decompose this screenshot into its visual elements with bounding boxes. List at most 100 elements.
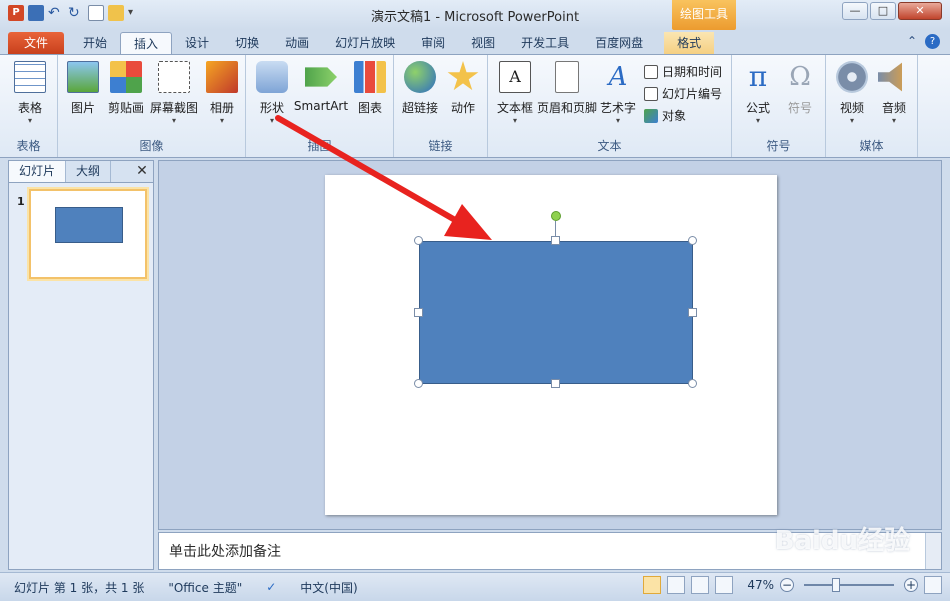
slide-number-button[interactable]: 幻灯片编号 bbox=[644, 85, 722, 102]
maximize-button[interactable]: □ bbox=[870, 2, 896, 20]
tab-design[interactable]: 设计 bbox=[172, 32, 222, 54]
clipart-button[interactable]: 剪贴画 bbox=[104, 61, 148, 116]
tab-slides[interactable]: 幻灯片 bbox=[9, 161, 67, 182]
slide-canvas[interactable] bbox=[325, 175, 777, 515]
window-title: 演示文稿1 - Microsoft PowerPoint bbox=[370, 10, 580, 25]
zoom-slider[interactable] bbox=[804, 578, 894, 592]
notes-placeholder: 单击此处添加备注 bbox=[169, 544, 281, 560]
screenshot-icon bbox=[158, 61, 190, 93]
tab-slideshow[interactable]: 幻灯片放映 bbox=[322, 32, 408, 54]
drawing-tools-context-label: 绘图工具 bbox=[672, 0, 736, 30]
slide-editor bbox=[158, 160, 942, 530]
reading-view-icon[interactable] bbox=[691, 576, 710, 594]
ribbon: 表格 ▾ 表格 图片 剪贴画 屏幕截图 ▾ 相册 ▾ 图像 形状 ▾ Smart… bbox=[0, 54, 950, 158]
zoom-in-icon[interactable]: + bbox=[904, 578, 918, 592]
omega-icon: Ω bbox=[789, 62, 811, 92]
fit-to-window-icon[interactable] bbox=[924, 576, 942, 594]
album-button[interactable]: 相册 ▾ bbox=[202, 61, 242, 126]
resize-handle-top[interactable] bbox=[551, 236, 560, 245]
close-panel-icon[interactable]: ✕ bbox=[131, 161, 153, 182]
symbol-button[interactable]: Ω 符号 bbox=[780, 61, 820, 116]
collapse-ribbon-icon[interactable]: ⌃ bbox=[907, 34, 917, 49]
album-icon bbox=[206, 61, 238, 93]
group-link: 超链接 动作 链接 bbox=[394, 55, 488, 157]
table-icon bbox=[14, 61, 46, 93]
group-symbol: π 公式 ▾ Ω 符号 符号 bbox=[732, 55, 826, 157]
slide-info: 幻灯片 第 1 张，共 1 张 bbox=[14, 580, 145, 595]
wordart-icon: A bbox=[608, 62, 628, 92]
resize-handle-top-right[interactable] bbox=[688, 236, 697, 245]
slide-number-icon bbox=[644, 86, 658, 101]
help-icon[interactable]: ? bbox=[925, 34, 940, 49]
tab-home[interactable]: 开始 bbox=[70, 32, 120, 54]
group-text: A 文本框 ▾ 页眉和页脚 A 艺术字 ▾ 日期和时间 幻灯片编号 对象 文本 bbox=[488, 55, 732, 157]
slides-panel: 幻灯片 大纲 ✕ 1 bbox=[8, 160, 154, 570]
film-reel-icon bbox=[836, 61, 868, 93]
smartart-icon bbox=[305, 67, 337, 87]
group-media: 视频 ▾ 音频 ▾ 媒体 bbox=[826, 55, 918, 157]
ribbon-tabs: 文件 开始 插入 设计 切换 动画 幻灯片放映 审阅 视图 开发工具 百度网盘 … bbox=[0, 30, 950, 54]
group-illustration: 形状 ▾ SmartArt 图表 插图 bbox=[246, 55, 394, 157]
chart-button[interactable]: 图表 bbox=[352, 61, 388, 116]
tab-baidu-netdisk[interactable]: 百度网盘 bbox=[582, 32, 656, 54]
tab-file[interactable]: 文件 bbox=[8, 32, 65, 54]
zoom-level[interactable]: 47% bbox=[747, 578, 774, 592]
resize-handle-right[interactable] bbox=[688, 308, 697, 317]
slide-thumbnail[interactable] bbox=[29, 189, 147, 279]
clipart-icon bbox=[110, 61, 142, 93]
hyperlink-button[interactable]: 超链接 bbox=[398, 61, 442, 116]
window-controls: — □ ✕ bbox=[842, 2, 942, 20]
resize-handle-top-left[interactable] bbox=[414, 236, 423, 245]
selected-rectangle-shape[interactable] bbox=[419, 241, 693, 384]
ribbon-right-controls: ⌃ ? bbox=[907, 34, 940, 49]
tab-outline[interactable]: 大纲 bbox=[66, 161, 112, 182]
theme-name[interactable]: "Office 主题" bbox=[168, 579, 242, 596]
tab-review[interactable]: 审阅 bbox=[408, 32, 458, 54]
header-footer-button[interactable]: 页眉和页脚 bbox=[536, 61, 598, 116]
picture-button[interactable]: 图片 bbox=[64, 61, 102, 116]
group-image: 图片 剪贴画 屏幕截图 ▾ 相册 ▾ 图像 bbox=[58, 55, 246, 157]
minimize-button[interactable]: — bbox=[842, 2, 868, 20]
baidu-watermark-url: jingyan.baidu.com bbox=[811, 556, 904, 567]
slideshow-view-icon[interactable] bbox=[715, 576, 734, 594]
group-table: 表格 ▾ 表格 bbox=[0, 55, 58, 157]
smartart-button[interactable]: SmartArt bbox=[292, 61, 350, 113]
tab-format[interactable]: 格式 bbox=[664, 32, 715, 54]
resize-handle-bottom-right[interactable] bbox=[688, 379, 697, 388]
language[interactable]: 中文(中国) bbox=[300, 579, 357, 596]
normal-view-icon[interactable] bbox=[643, 576, 662, 594]
chart-icon bbox=[354, 61, 386, 93]
tab-developer[interactable]: 开发工具 bbox=[508, 32, 582, 54]
close-button[interactable]: ✕ bbox=[898, 2, 942, 20]
resize-handle-bottom[interactable] bbox=[551, 379, 560, 388]
textbox-icon: A bbox=[499, 61, 531, 93]
datetime-button[interactable]: 日期和时间 bbox=[644, 63, 722, 80]
tab-view[interactable]: 视图 bbox=[458, 32, 508, 54]
notes-scrollbar[interactable] bbox=[925, 533, 941, 569]
tab-insert[interactable]: 插入 bbox=[120, 32, 173, 54]
shapes-button[interactable]: 形状 ▾ bbox=[252, 61, 292, 126]
zoom-out-icon[interactable]: − bbox=[780, 578, 794, 592]
table-button[interactable]: 表格 ▾ bbox=[8, 61, 52, 126]
textbox-button[interactable]: A 文本框 ▾ bbox=[492, 61, 538, 126]
resize-handle-left[interactable] bbox=[414, 308, 423, 317]
status-right: 47% − + bbox=[643, 576, 942, 594]
rotation-handle[interactable] bbox=[551, 211, 561, 221]
video-button[interactable]: 视频 ▾ bbox=[832, 61, 872, 126]
header-footer-icon bbox=[555, 61, 579, 93]
audio-button[interactable]: 音频 ▾ bbox=[874, 61, 914, 126]
screenshot-button[interactable]: 屏幕截图 ▾ bbox=[148, 61, 200, 126]
resize-handle-bottom-left[interactable] bbox=[414, 379, 423, 388]
tab-animations[interactable]: 动画 bbox=[272, 32, 322, 54]
wordart-button[interactable]: A 艺术字 ▾ bbox=[598, 61, 638, 126]
tab-transitions[interactable]: 切换 bbox=[222, 32, 272, 54]
object-button[interactable]: 对象 bbox=[644, 107, 686, 124]
slides-panel-tabs: 幻灯片 大纲 ✕ bbox=[9, 161, 153, 183]
zoom-slider-knob[interactable] bbox=[832, 578, 840, 592]
spellcheck-icon[interactable]: ✓ bbox=[266, 580, 276, 594]
slide-sorter-view-icon[interactable] bbox=[667, 576, 686, 594]
equation-button[interactable]: π 公式 ▾ bbox=[738, 61, 778, 126]
action-button[interactable]: 动作 bbox=[444, 61, 482, 116]
object-icon bbox=[644, 108, 658, 123]
pi-icon: π bbox=[748, 60, 768, 93]
